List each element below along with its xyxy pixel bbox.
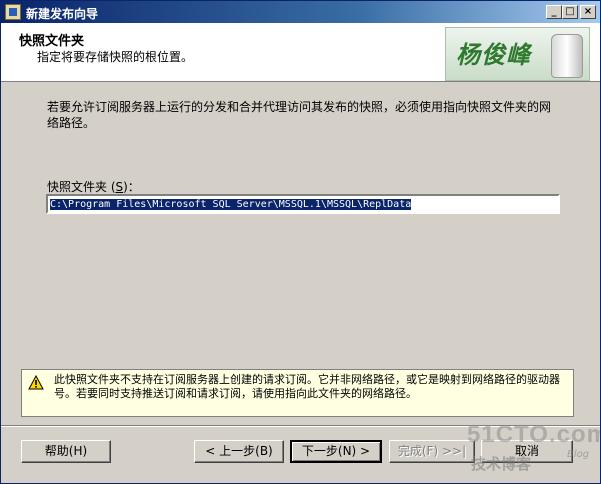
header-logo: 杨俊峰 [445,27,590,81]
minimize-button[interactable]: _ [546,5,562,19]
next-button[interactable]: 下一步(N) > [290,440,382,463]
page-subtitle: 指定将要存储快照的根位置。 [37,50,194,64]
snapshot-folder-input[interactable]: C:\Program Files\Microsoft SQL Server\MS… [46,194,560,214]
help-button[interactable]: 帮助(H) [21,440,111,463]
finish-button[interactable]: 完成(F) >>| [389,440,475,463]
warning-icon [28,375,44,390]
wizard-header: 快照文件夹 指定将要存储快照的根位置。 杨俊峰 [1,23,600,82]
logo-text: 杨俊峰 [456,40,531,69]
watermark-logo: 51CTO.com [467,421,601,448]
watermark-subtitle: 技术博客 [471,455,532,473]
label-suffix: )： [123,180,140,194]
label-prefix: 快照文件夹 ( [47,180,116,194]
label-accelerator: S [115,180,124,194]
app-icon [5,4,21,20]
snapshot-folder-value: C:\Program Files\Microsoft SQL Server\MS… [50,199,412,210]
watermark-blog: Blog [567,449,590,460]
page-title: 快照文件夹 [19,34,85,49]
back-button[interactable]: < 上一步(B) [194,440,284,463]
intro-text: 若要允许订阅服务器上运行的分发和合并代理访问其发布的快照，必须使用指向快照文件夹… [47,100,552,130]
close-button[interactable]: × [580,5,596,19]
title-bar[interactable]: 新建发布向导 _ □ × [1,1,600,23]
maximize-button[interactable]: □ [562,5,578,19]
warning-text: 此快照文件夹不支持在订阅服务器上创建的请求订阅。它并非网络路径，或它是映射到网络… [54,373,560,400]
warning-panel: 此快照文件夹不支持在订阅服务器上创建的请求订阅。它并非网络路径，或它是映射到网络… [21,369,574,417]
wizard-window: 新建发布向导 _ □ × 快照文件夹 指定将要存储快照的根位置。 杨俊峰 若要允… [0,0,601,484]
snapshot-folder-label: 快照文件夹 (S)： [47,178,140,195]
window-title: 新建发布向导 [26,7,99,21]
database-icon [551,34,583,78]
